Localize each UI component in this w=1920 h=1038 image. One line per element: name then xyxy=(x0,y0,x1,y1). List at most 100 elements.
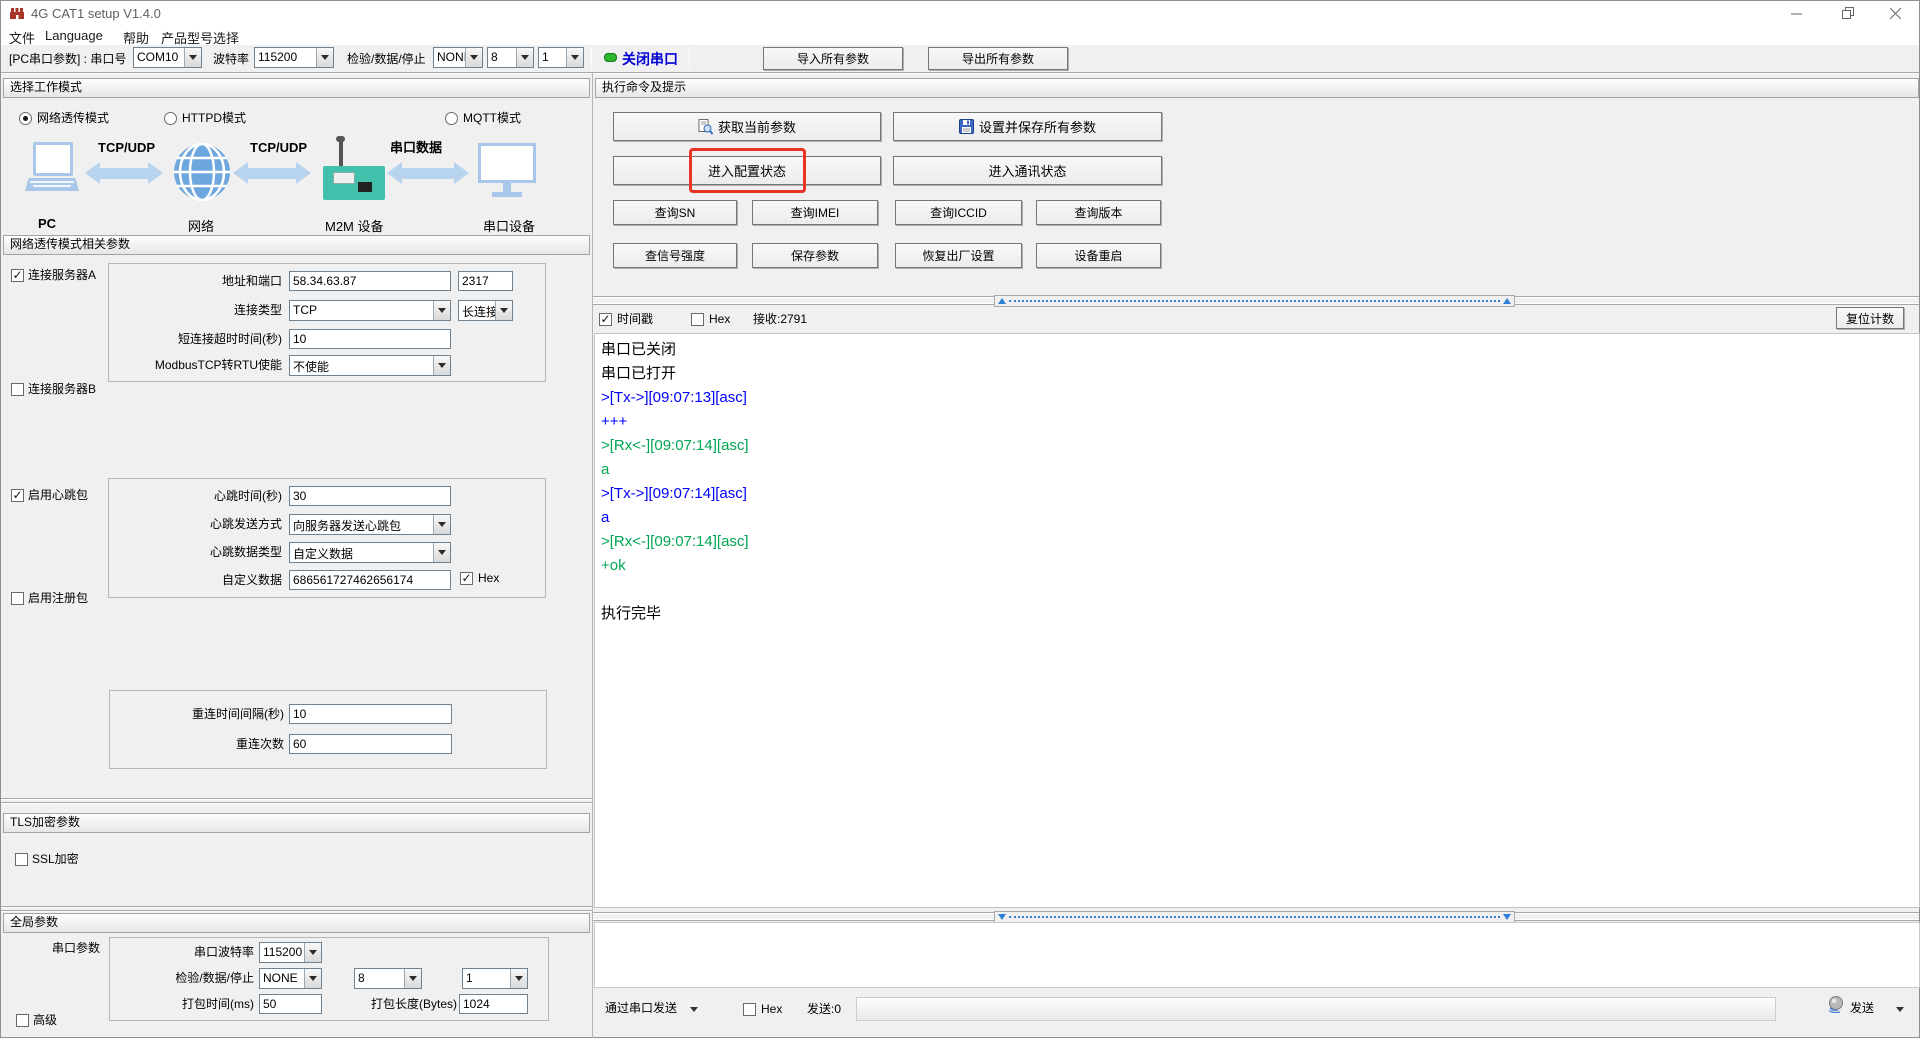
set-save-params-button[interactable]: 设置并保存所有参数 xyxy=(893,112,1162,141)
chevron-down-icon[interactable] xyxy=(404,969,421,988)
send-input[interactable] xyxy=(856,997,1776,1021)
chevron-down-icon[interactable] xyxy=(316,48,333,67)
global-databits-select[interactable]: 8 xyxy=(354,968,422,989)
query-signal-button[interactable]: 查信号强度 xyxy=(613,243,737,268)
stopbits-select[interactable]: 1 xyxy=(538,47,584,68)
databits-select[interactable]: 8 xyxy=(487,47,534,68)
chevron-down-icon[interactable] xyxy=(433,543,450,562)
global-parity-label: 检验/数据/停止 xyxy=(109,971,254,986)
radio-mqtt-mode[interactable] xyxy=(445,112,458,125)
server-a-checkbox[interactable] xyxy=(11,269,24,282)
server-b-label[interactable]: 连接服务器B xyxy=(28,382,96,397)
log-lines[interactable]: 串口已关闭串口已打开>[Tx->][09:07:13][asc]+++>[Rx<… xyxy=(594,333,1920,908)
global-params-header: 全局参数 xyxy=(3,913,590,933)
chevron-down-icon[interactable] xyxy=(184,48,201,67)
send-button[interactable]: 发送 xyxy=(1850,1001,1874,1016)
reset-count-button[interactable]: 复位计数 xyxy=(1836,307,1904,329)
heartbeat-checkbox[interactable] xyxy=(11,489,24,502)
heartbeat-mode-select[interactable]: 向服务器发送心跳包 xyxy=(289,514,451,535)
chevron-down-icon[interactable] xyxy=(516,48,533,67)
import-params-button[interactable]: 导入所有参数 xyxy=(763,47,903,70)
heartbeat-label[interactable]: 启用心跳包 xyxy=(28,488,88,503)
query-iccid-button[interactable]: 查询ICCID xyxy=(895,200,1022,225)
reconnect-interval-input[interactable]: 10 xyxy=(289,704,452,724)
app-window: { "window": { "title": "4G CAT1 setup V1… xyxy=(0,0,1920,1038)
pack-time-input[interactable]: 50 xyxy=(259,994,322,1014)
enter-comm-button[interactable]: 进入通讯状态 xyxy=(893,156,1162,185)
server-b-checkbox[interactable] xyxy=(11,383,24,396)
send-hex-label[interactable]: Hex xyxy=(761,1002,782,1017)
chevron-down-icon[interactable] xyxy=(566,48,583,67)
server-a-port-input[interactable]: 2317 xyxy=(458,271,513,291)
export-params-button[interactable]: 导出所有参数 xyxy=(928,47,1068,70)
chevron-down-icon[interactable] xyxy=(433,515,450,534)
radio-mqtt-label[interactable]: MQTT模式 xyxy=(463,111,521,126)
send-via-dropdown[interactable]: 通过串口发送 xyxy=(605,1001,677,1016)
query-version-button[interactable]: 查询版本 xyxy=(1036,200,1161,225)
global-stopbits-select[interactable]: 1 xyxy=(462,968,528,989)
restore-button[interactable] xyxy=(1825,1,1870,25)
get-params-button[interactable]: 获取当前参数 xyxy=(613,112,881,141)
ssl-checkbox[interactable] xyxy=(15,853,28,866)
splitter-arrow-icon xyxy=(998,914,1006,920)
minimize-button[interactable] xyxy=(1774,1,1819,25)
annotation-highlight xyxy=(689,148,806,193)
timestamp-label[interactable]: 时间戳 xyxy=(617,312,653,327)
advanced-label[interactable]: 高级 xyxy=(33,1013,57,1028)
register-checkbox[interactable] xyxy=(11,592,24,605)
chevron-down-icon[interactable] xyxy=(465,48,482,67)
work-mode-header: 选择工作模式 xyxy=(3,78,590,98)
chevron-down-icon[interactable] xyxy=(510,969,527,988)
factory-reset-button[interactable]: 恢复出厂设置 xyxy=(895,243,1022,268)
timestamp-checkbox[interactable] xyxy=(599,313,612,326)
server-a-address-input[interactable]: 58.34.63.87 xyxy=(289,271,451,291)
close-button[interactable] xyxy=(1873,1,1918,25)
send-speaker-icon xyxy=(1827,995,1845,1013)
radio-net-transparent-label[interactable]: 网络透传模式 xyxy=(37,111,109,126)
device-restart-button[interactable]: 设备重启 xyxy=(1036,243,1161,268)
save-params-button[interactable]: 保存参数 xyxy=(752,243,878,268)
modbus-select[interactable]: 不使能 xyxy=(289,355,451,376)
com-port-select[interactable]: COM10 xyxy=(133,47,202,68)
custom-data-input[interactable]: 686561727462656174 xyxy=(289,570,451,590)
toolbar-separator xyxy=(591,46,592,70)
log-hex-label[interactable]: Hex xyxy=(709,312,730,327)
parity-select[interactable]: NONI xyxy=(433,47,483,68)
query-imei-button[interactable]: 查询IMEI xyxy=(752,200,878,225)
send-text-area[interactable] xyxy=(594,922,1920,988)
advanced-checkbox[interactable] xyxy=(16,1014,29,1027)
close-serial-button[interactable]: 关闭串口 xyxy=(622,49,678,69)
chevron-down-icon[interactable] xyxy=(433,356,450,375)
heartbeat-datatype-select[interactable]: 自定义数据 xyxy=(289,542,451,563)
radio-net-transparent-mode[interactable] xyxy=(19,112,32,125)
short-timeout-input[interactable]: 10 xyxy=(289,329,451,349)
baud-select[interactable]: 115200 xyxy=(254,47,334,68)
radio-httpd-mode[interactable] xyxy=(164,112,177,125)
ssl-label[interactable]: SSL加密 xyxy=(32,852,79,867)
pack-len-input[interactable]: 1024 xyxy=(459,994,528,1014)
chevron-down-icon[interactable] xyxy=(690,1007,698,1012)
chevron-down-icon[interactable] xyxy=(433,301,450,320)
splitter-handle[interactable] xyxy=(994,295,1515,307)
log-hex-checkbox[interactable] xyxy=(691,313,704,326)
send-hex-checkbox[interactable] xyxy=(743,1003,756,1016)
global-parity-select[interactable]: NONE xyxy=(259,968,322,989)
query-sn-button[interactable]: 查询SN xyxy=(613,200,737,225)
heartbeat-hex-label[interactable]: Hex xyxy=(478,571,499,586)
heartbeat-hex-checkbox[interactable] xyxy=(460,572,473,585)
chevron-down-icon[interactable] xyxy=(1896,1007,1904,1012)
chevron-down-icon[interactable] xyxy=(304,943,321,962)
register-label[interactable]: 启用注册包 xyxy=(28,591,88,606)
chevron-down-icon[interactable] xyxy=(495,301,512,320)
server-a-label[interactable]: 连接服务器A xyxy=(28,268,96,283)
chevron-down-icon[interactable] xyxy=(304,969,321,988)
log-line: >[Rx<-][09:07:14][asc] xyxy=(601,434,1913,458)
global-baud-select[interactable]: 115200 xyxy=(259,942,322,963)
conn-type-select[interactable]: TCP xyxy=(289,300,451,321)
reconnect-count-input[interactable]: 60 xyxy=(289,734,452,754)
log-line xyxy=(601,578,1913,602)
menu-language[interactable]: Language xyxy=(45,28,103,43)
conn-mode-select[interactable]: 长连接 xyxy=(458,300,513,321)
radio-httpd-label[interactable]: HTTPD模式 xyxy=(182,111,246,126)
heartbeat-time-input[interactable]: 30 xyxy=(289,486,451,506)
